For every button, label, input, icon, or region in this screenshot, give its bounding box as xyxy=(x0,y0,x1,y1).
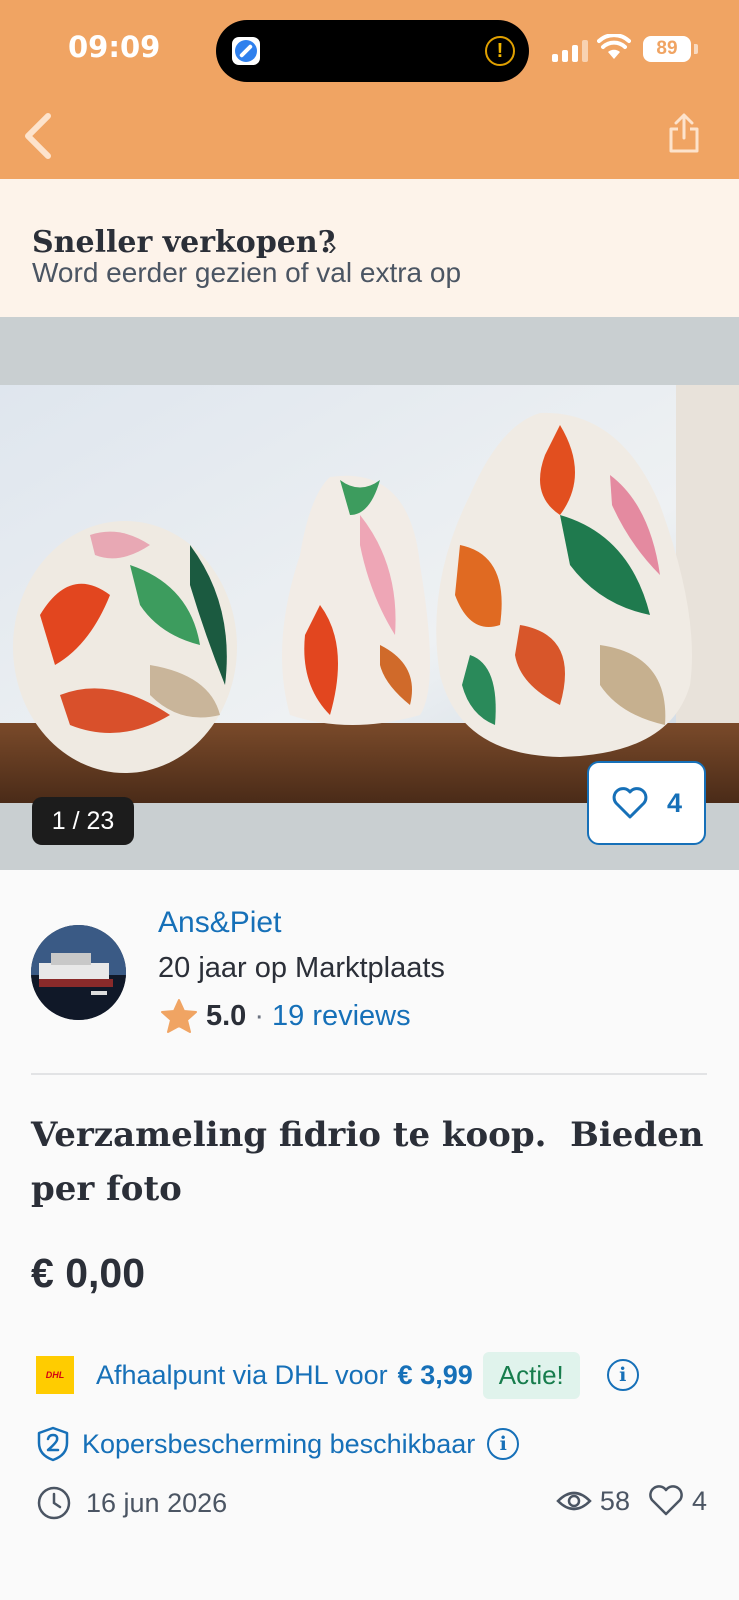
shipping-label: Afhaalpunt via DHL voor xyxy=(96,1359,388,1390)
promo-title: Sneller verkopen? xyxy=(32,225,336,260)
chevron-left-icon[interactable] xyxy=(18,110,58,162)
status-time: 09:09 xyxy=(68,30,161,64)
nav-bar xyxy=(0,100,739,179)
seller-avatar[interactable] xyxy=(31,925,126,1020)
promo-badge: Actie! xyxy=(482,1351,580,1399)
date-text: 16 jun 2026 xyxy=(86,1487,228,1518)
listing-date: 16 jun 2026 xyxy=(36,1485,227,1521)
share-icon[interactable] xyxy=(667,112,701,154)
sell-faster-banner[interactable]: Sneller verkopen? › Word eerder gezien o… xyxy=(0,179,739,317)
listing-stats: 58 4 xyxy=(556,1485,707,1517)
seller-rating: 5.0 · 19 reviews xyxy=(160,998,411,1034)
dynamic-island: ! xyxy=(216,20,529,82)
shipping-option[interactable]: DHL Afhaalpunt via DHL voor € 3,99 Actie… xyxy=(36,1350,639,1400)
dhl-logo: DHL xyxy=(36,1356,74,1394)
views-count: 58 xyxy=(599,1485,630,1516)
shipping-info-icon[interactable]: i xyxy=(606,1359,639,1391)
rating-value: 5.0 xyxy=(206,999,247,1032)
favorite-count: 4 xyxy=(666,787,683,818)
safari-icon xyxy=(232,37,260,65)
promo-subtitle: Word eerder gezien of val extra op xyxy=(32,257,462,288)
buyer-protection[interactable]: Kopersbescherming beschikbaar i xyxy=(36,1422,520,1466)
shipping-price: € 3,99 xyxy=(397,1359,473,1390)
likes-count: 4 xyxy=(691,1485,707,1516)
alert-icon: ! xyxy=(485,36,515,66)
star-icon xyxy=(161,999,197,1033)
heart-icon xyxy=(612,787,648,819)
shield-icon xyxy=(37,1426,69,1462)
seller-name[interactable]: Ans&Piet xyxy=(158,906,281,940)
protection-label: Kopersbescherming beschikbaar xyxy=(82,1428,476,1459)
battery-icon: 89 xyxy=(643,36,691,62)
cellular-signal-icon xyxy=(552,40,590,62)
wifi-icon xyxy=(597,34,631,59)
photo-counter: 1 / 23 xyxy=(32,797,134,845)
favorite-button[interactable]: 4 xyxy=(587,761,706,845)
listing-photo[interactable] xyxy=(0,385,739,803)
seller-membership: 20 jaar op Marktplaats xyxy=(158,952,445,984)
divider xyxy=(31,1073,707,1075)
heart-icon xyxy=(649,1485,683,1516)
status-bar: 09:09 ! 89 xyxy=(0,0,739,100)
protection-info-icon[interactable]: i xyxy=(487,1428,520,1460)
rating-separator: · xyxy=(254,999,264,1032)
reviews-link[interactable]: 19 reviews xyxy=(272,1000,411,1033)
listing-price: € 0,00 xyxy=(31,1250,145,1296)
listing-title: Verzameling fidrio te koop. Bieden per f… xyxy=(31,1115,716,1209)
eye-icon xyxy=(556,1491,592,1511)
clock-icon xyxy=(37,1486,71,1520)
listing-meta: 16 jun 2026 58 4 xyxy=(36,1485,707,1529)
photo-gallery[interactable]: 1 / 23 4 xyxy=(0,317,739,870)
